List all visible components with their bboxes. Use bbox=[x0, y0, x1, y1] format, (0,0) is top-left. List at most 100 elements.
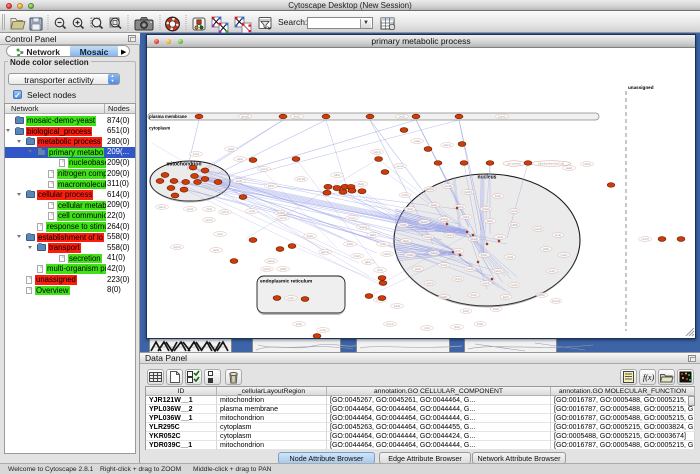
svg-text:endoplasmic reticulum: endoplasmic reticulum bbox=[260, 279, 312, 285]
svg-text:(abf1): (abf1) bbox=[543, 248, 550, 251]
svg-text:plasma membrane: plasma membrane bbox=[149, 114, 187, 119]
svg-text:(lge1): (lge1) bbox=[503, 296, 510, 299]
svg-text:(ura1): (ura1) bbox=[414, 140, 421, 143]
svg-text:(fum1): (fum1) bbox=[279, 217, 286, 220]
svg-text:(ace2): (ace2) bbox=[420, 221, 427, 224]
svg-text:(gal4): (gal4) bbox=[431, 204, 438, 207]
svg-text:(gal2): (gal2) bbox=[228, 148, 235, 151]
svg-text:(trans): (trans) bbox=[498, 116, 505, 119]
svg-text:(rip1): (rip1) bbox=[206, 208, 212, 211]
svg-text:(dot1): (dot1) bbox=[415, 268, 422, 271]
svg-text:(hxk2): (hxk2) bbox=[354, 255, 361, 258]
svg-text:(tpi1): (tpi1) bbox=[377, 269, 383, 272]
svg-text:(cps6): (cps6) bbox=[511, 284, 518, 287]
svg-text:(mito2): (mito2) bbox=[583, 163, 591, 166]
svg-text:(hap2): (hap2) bbox=[482, 208, 489, 211]
svg-text:mitochondrion(3xe2 ab): mitochondrion(3xe2 ab) bbox=[538, 163, 564, 166]
svg-text:(pfk1): (pfk1) bbox=[347, 243, 354, 246]
svg-text:(atp1): (atp1) bbox=[237, 158, 244, 161]
svg-text:(cox4): (cox4) bbox=[261, 168, 268, 171]
svg-text:(rpb1): (rpb1) bbox=[402, 194, 409, 197]
svg-text:(rpo21): (rpo21) bbox=[426, 188, 434, 191]
svg-text:(tfa1): (tfa1) bbox=[407, 208, 413, 211]
svg-text:(ime1): (ime1) bbox=[446, 234, 453, 237]
svg-text:(cbf1): (cbf1) bbox=[539, 294, 546, 297]
svg-text:(mdh1): (mdh1) bbox=[277, 212, 285, 215]
svg-text:(hta1): (hta1) bbox=[493, 308, 500, 311]
svg-text:(tec1): (tec1) bbox=[555, 234, 562, 237]
svg-text:(eno1): (eno1) bbox=[396, 165, 403, 168]
svg-text:(mbp1): (mbp1) bbox=[440, 218, 448, 221]
svg-text:(rpc40): (rpc40) bbox=[444, 185, 452, 188]
svg-text:(hda1): (hda1) bbox=[430, 252, 437, 255]
svg-text:(pet9): (pet9) bbox=[236, 180, 243, 183]
svg-text:cytoplasm: cytoplasm bbox=[149, 126, 170, 131]
svg-text:(erg1): (erg1) bbox=[288, 297, 295, 300]
svg-text:(bre2): (bre2) bbox=[441, 264, 448, 267]
svg-text:(ade1): (ade1) bbox=[443, 144, 450, 147]
svg-text:unassigned: unassigned bbox=[628, 85, 654, 90]
svg-text:(cdc19): (cdc19) bbox=[297, 178, 306, 181]
svg-text:(htb1): (htb1) bbox=[463, 310, 470, 313]
svg-text:(idh1): (idh1) bbox=[268, 185, 275, 188]
svg-text:(fba1): (fba1) bbox=[358, 183, 365, 186]
svg-text:(sin3): (sin3) bbox=[497, 236, 503, 239]
svg-text:(pyc1): (pyc1) bbox=[349, 217, 356, 220]
svg-text:(kgd1): (kgd1) bbox=[173, 246, 180, 249]
svg-text:(ume6): (ume6) bbox=[470, 238, 478, 241]
svg-text:(qcr2): (qcr2) bbox=[187, 208, 194, 211]
svg-text:(msn2): (msn2) bbox=[510, 210, 518, 213]
svg-text:(icl1): (icl1) bbox=[380, 243, 386, 246]
svg-text:(rad6): (rad6) bbox=[441, 296, 448, 299]
svg-text:(kar2): (kar2) bbox=[394, 305, 401, 308]
svg-text:(hxt1): (hxt1) bbox=[294, 116, 301, 119]
svg-text:(toa1): (toa1) bbox=[495, 195, 502, 198]
svg-text:f(x): f(x) bbox=[643, 373, 654, 382]
svg-text:(swd1): (swd1) bbox=[466, 268, 474, 271]
svg-text:(lsc1): (lsc1) bbox=[213, 249, 219, 252]
svg-text:(pdi1): (pdi1) bbox=[296, 323, 303, 326]
svg-text:(lhs1): (lhs1) bbox=[454, 326, 460, 329]
svg-text:(shg1): (shg1) bbox=[454, 278, 461, 281]
svg-text:(cne1): (cne1) bbox=[386, 323, 393, 326]
svg-text:(pdb1): (pdb1) bbox=[263, 268, 270, 271]
svg-text:(pgk1): (pgk1) bbox=[373, 151, 380, 154]
svg-text:(reb1): (reb1) bbox=[549, 270, 556, 273]
svg-text:(sdc1): (sdc1) bbox=[495, 270, 502, 273]
svg-text:(cps4): (cps4) bbox=[483, 282, 490, 285]
svg-text:(dal7): (dal7) bbox=[370, 234, 377, 237]
svg-text:(pgi1): (pgi1) bbox=[307, 235, 314, 238]
svg-text:(aat2): (aat2) bbox=[566, 167, 573, 170]
svg-text:(hst1): (hst1) bbox=[481, 254, 488, 257]
svg-text:(set2): (set2) bbox=[507, 256, 514, 259]
svg-text:(mcm1): (mcm1) bbox=[552, 300, 561, 303]
svg-text:(cyt1): (cyt1) bbox=[249, 210, 255, 213]
svg-text:(gpm1): (gpm1) bbox=[321, 251, 329, 254]
svg-text:(bre1): (bre1) bbox=[471, 294, 478, 297]
svg-text:pro synth(a): pro synth(a) bbox=[507, 163, 521, 166]
svg-text:(pma1): (pma1) bbox=[241, 116, 249, 119]
svg-text:(pda1): (pda1) bbox=[267, 260, 274, 263]
svg-text:(spt15): (spt15) bbox=[464, 191, 472, 194]
svg-text:(rap1): (rap1) bbox=[561, 254, 568, 257]
svg-text:(swi5): (swi5) bbox=[400, 224, 407, 227]
svg-text:(dig1): (dig1) bbox=[403, 240, 410, 243]
svg-text:(adh1): (adh1) bbox=[383, 253, 390, 256]
svg-text:(cit1): (cit1) bbox=[217, 233, 223, 236]
svg-text:(rpd3): (rpd3) bbox=[407, 254, 414, 257]
svg-text:(mito): (mito) bbox=[193, 153, 200, 156]
svg-text:(swi4): (swi4) bbox=[463, 216, 470, 219]
svg-text:(aco1): (aco1) bbox=[205, 219, 212, 222]
svg-text:(tdh1): (tdh1) bbox=[334, 174, 341, 177]
svg-text:(sil1): (sil1) bbox=[424, 327, 430, 330]
svg-text:(hht1): (hht1) bbox=[477, 323, 484, 326]
svg-text:(ero1): (ero1) bbox=[320, 329, 327, 332]
svg-text:(ste12): (ste12) bbox=[534, 228, 542, 231]
svg-text:(snf3): (snf3) bbox=[399, 116, 406, 119]
svg-text:(ndt80): (ndt80) bbox=[510, 224, 518, 227]
svg-text:nucleus: nucleus bbox=[478, 175, 497, 181]
svg-text:(spp1): (spp1) bbox=[426, 282, 433, 285]
svg-text:(sdh1): (sdh1) bbox=[221, 211, 228, 214]
svg-text:(mae1): (mae1) bbox=[359, 226, 367, 229]
svg-text:(glk1): (glk1) bbox=[365, 261, 371, 264]
